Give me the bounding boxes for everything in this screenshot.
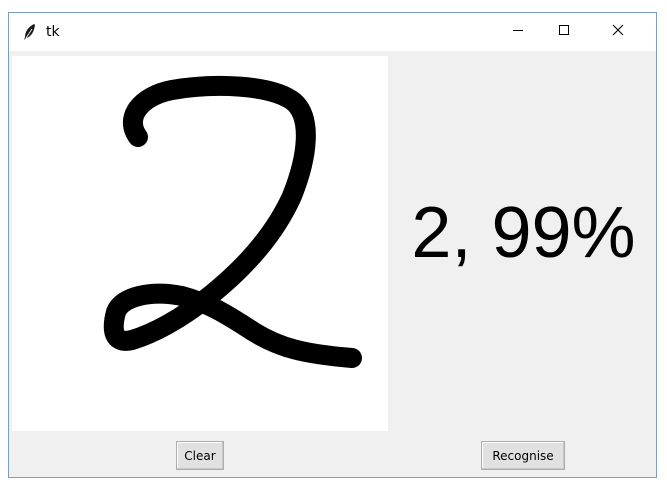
maximize-icon <box>558 23 570 41</box>
feather-icon <box>22 23 38 41</box>
clear-button[interactable]: Clear <box>176 441 224 470</box>
prediction-result: 2, 99% <box>411 193 636 273</box>
minimize-button[interactable] <box>495 13 541 51</box>
maximize-button[interactable] <box>541 13 587 51</box>
minimize-icon <box>512 23 524 41</box>
app-window: tk 2, 99% Clear Recognise <box>8 12 657 478</box>
recognise-button[interactable]: Recognise <box>481 441 565 470</box>
close-icon <box>612 23 624 41</box>
title-bar[interactable]: tk <box>9 13 656 51</box>
window-title: tk <box>46 24 60 40</box>
close-button[interactable] <box>595 13 641 51</box>
handwritten-digit-stroke <box>103 76 362 368</box>
drawing-canvas[interactable] <box>12 56 388 431</box>
